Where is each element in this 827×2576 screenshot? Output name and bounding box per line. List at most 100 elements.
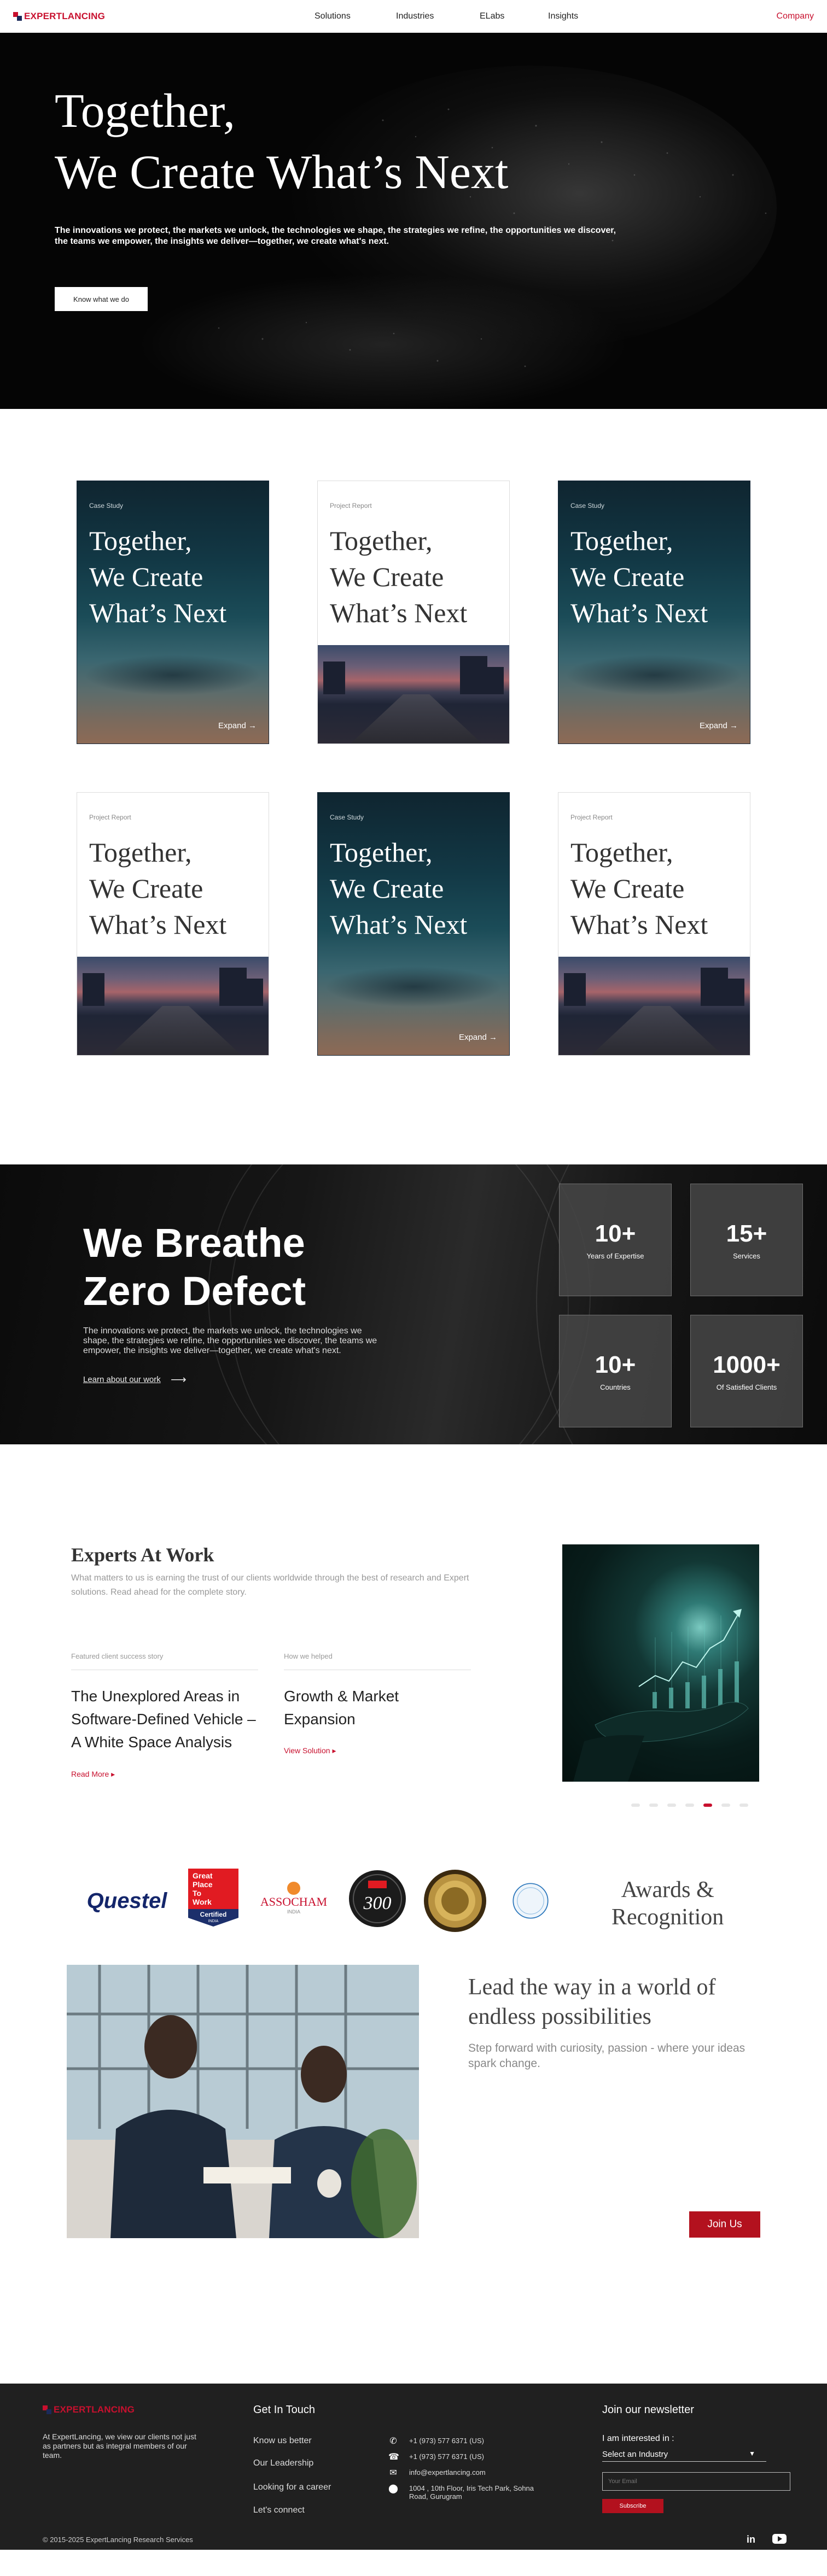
svg-text:ASSOCHAM: ASSOCHAM [260,1895,327,1908]
featured-label: Featured client success story [71,1652,164,1660]
stat-card-countries: 10+ Countries [559,1315,672,1427]
card-tag: Case Study [330,813,364,821]
copyright: © 2015-2025 ExpertLancing Research Servi… [43,2536,193,2544]
footer-link-career[interactable]: Looking for a career [253,2483,331,2492]
view-solution-link[interactable]: View Solution ▸ [284,1746,336,1755]
how-we-helped-label: How we helped [284,1652,333,1660]
carousel-dot[interactable] [739,1804,748,1807]
blue-seal-badge [512,1869,549,1933]
experts-section: Experts At Work What matters to us is ea… [0,1444,827,1835]
footer-phone-2[interactable]: ☎ +1 (973) 577 6371 (US) [388,2452,484,2462]
svg-text:INDIA: INDIA [287,1909,300,1915]
gold-seal-badge [423,1869,487,1933]
helped-headline: Growth & Market Expansion [284,1688,399,1728]
footer-contact-title: Get In Touch [253,2404,316,2416]
office-meeting-photo [67,1965,419,2238]
card-title: Together, We Create What’s Next [330,837,468,940]
project-report-card[interactable]: Project Report Together, We Create What’s … [77,792,269,1056]
card-sky-cloud [318,965,509,1009]
footer-phone[interactable]: ✆ +1 (973) 577 6371 (US) [388,2437,484,2446]
card-title: Together, We Create What’s Next [89,525,227,628]
footer-link-connect[interactable]: Let's connect [253,2505,305,2515]
brand-logo[interactable]: EXPERTLANCING [13,11,105,22]
city-traffic-image [77,957,269,1055]
carousel-dot[interactable] [667,1804,676,1807]
hero-section: Together, We Create What’s Next The inno… [0,33,827,409]
phone-icon: ✆ [389,2437,397,2446]
hero-title-line2: We Create What’s Next [55,146,509,199]
hero-description: The innovations we protect, the markets … [55,226,616,246]
experts-title: Experts At Work [71,1544,214,1566]
top-navbar: EXPERTLANCING Solutions Industries ELabs… [0,0,827,33]
expand-link[interactable]: Expand → [459,1033,497,1042]
logo-text: EXPERTLANCING [24,10,106,21]
join-us-button[interactable]: Join Us [689,2211,760,2238]
linkedin-icon[interactable]: in [747,2534,755,2545]
featured-headline: The Unexplored Areas in Software-Defined… [71,1688,256,1750]
arrow-right-icon[interactable]: ⟶ [171,1373,187,1386]
chevron-down-icon: ▼ [749,2450,755,2457]
card-tag: Project Report [330,502,372,510]
case-study-card[interactable]: Case Study Together, We Create What’s Next… [558,481,750,744]
awards-section: Questel Great Place To Work Certified IN… [0,1835,827,1957]
carousel-dot[interactable] [721,1804,730,1807]
caret-right-icon: ▸ [332,1746,336,1755]
card-tag: Project Report [570,813,613,821]
interest-label: I am interested in : [602,2434,674,2443]
stat-card-services: 15+ Services [690,1184,803,1296]
card-title: Together, We Create What’s Next [570,525,708,628]
footer-about: At ExpertLancing, we view our clients no… [43,2432,196,2460]
card-title: Together, We Create What’s Next [330,525,468,628]
nav-link-industries[interactable]: Industries [396,11,434,21]
carousel-dot-active[interactable] [703,1804,712,1807]
know-what-we-do-button[interactable]: Know what we do [55,287,148,311]
hand-holding-chart-image [562,1544,759,1782]
footer: EXPERTLANCING At ExpertLancing, we view … [0,2384,827,2550]
case-study-card[interactable]: Case Study Together, We Create What’s Next… [317,792,510,1056]
nav-company-link[interactable]: Company [777,11,814,21]
subscribe-button[interactable]: Subscribe [602,2499,663,2513]
fax-icon: ☎ [388,2452,399,2462]
zero-defect-title: We Breathe Zero Defect [83,1220,306,1314]
svg-text:Work: Work [193,1898,212,1906]
svg-text:Certified: Certified [200,1911,227,1918]
experts-subtitle: What matters to us is earning the trust … [71,1573,469,1597]
stat-card-years: 10+ Years of Expertise [559,1184,672,1296]
newsletter-title: Join our newsletter [602,2404,694,2416]
newsletter-email-input[interactable] [602,2472,790,2491]
footer-link-know-us[interactable]: Know us better [253,2436,312,2446]
learn-about-work-link[interactable]: Learn about our work [83,1375,161,1384]
logo-mark-icon [43,2405,51,2414]
nav-link-elabs[interactable]: ELabs [480,11,504,21]
assocham-logo: ASSOCHAM INDIA [253,1878,335,1917]
card-tag: Case Study [89,502,124,510]
footer-address: ⬤ 1004 , 10th Floor, Iris Tech Park, Sohn… [388,2484,534,2501]
youtube-icon[interactable] [772,2534,787,2546]
carousel-dot[interactable] [685,1804,694,1807]
project-report-card[interactable]: Project Report Together, We Create What’s … [317,481,510,744]
industry-select[interactable]: Select an Industry ▼ [602,2446,766,2462]
nav-link-solutions[interactable]: Solutions [315,11,351,21]
project-report-card[interactable]: Project Report Together, We Create What’s … [558,792,750,1056]
read-more-link[interactable]: Read More ▸ [71,1770,115,1779]
awards-title: Awards & Recognition [611,1877,724,1930]
city-traffic-image [558,957,750,1055]
carousel-dots [631,1804,748,1807]
footer-logo[interactable]: EXPERTLANCING [43,2404,135,2415]
hero-title: Together, We Create What’s Next [55,81,508,203]
expand-link[interactable]: Expand → [218,721,257,730]
svg-text:300: 300 [363,1893,392,1913]
nav-link-insights[interactable]: Insights [548,11,578,21]
svg-text:Place: Place [193,1880,213,1889]
case-study-card[interactable]: Case Study Together, We Create What’s Next… [77,481,269,744]
carousel-dot[interactable] [631,1804,640,1807]
carousel-dot[interactable] [649,1804,658,1807]
caret-right-icon: ▸ [111,1770,115,1778]
award-badge-300: 300 [347,1869,407,1929]
cards-section: Case Study Together, We Create What’s Next… [0,409,827,1164]
expand-link[interactable]: Expand → [700,721,738,730]
footer-link-leadership[interactable]: Our Leadership [253,2458,313,2468]
footer-email[interactable]: ✉ info@expertlancing.com [388,2468,485,2478]
great-place-to-work-logo: Great Place To Work Certified INDIA [186,1867,241,1928]
zero-defect-description: The innovations we protect, the markets … [83,1326,377,1355]
